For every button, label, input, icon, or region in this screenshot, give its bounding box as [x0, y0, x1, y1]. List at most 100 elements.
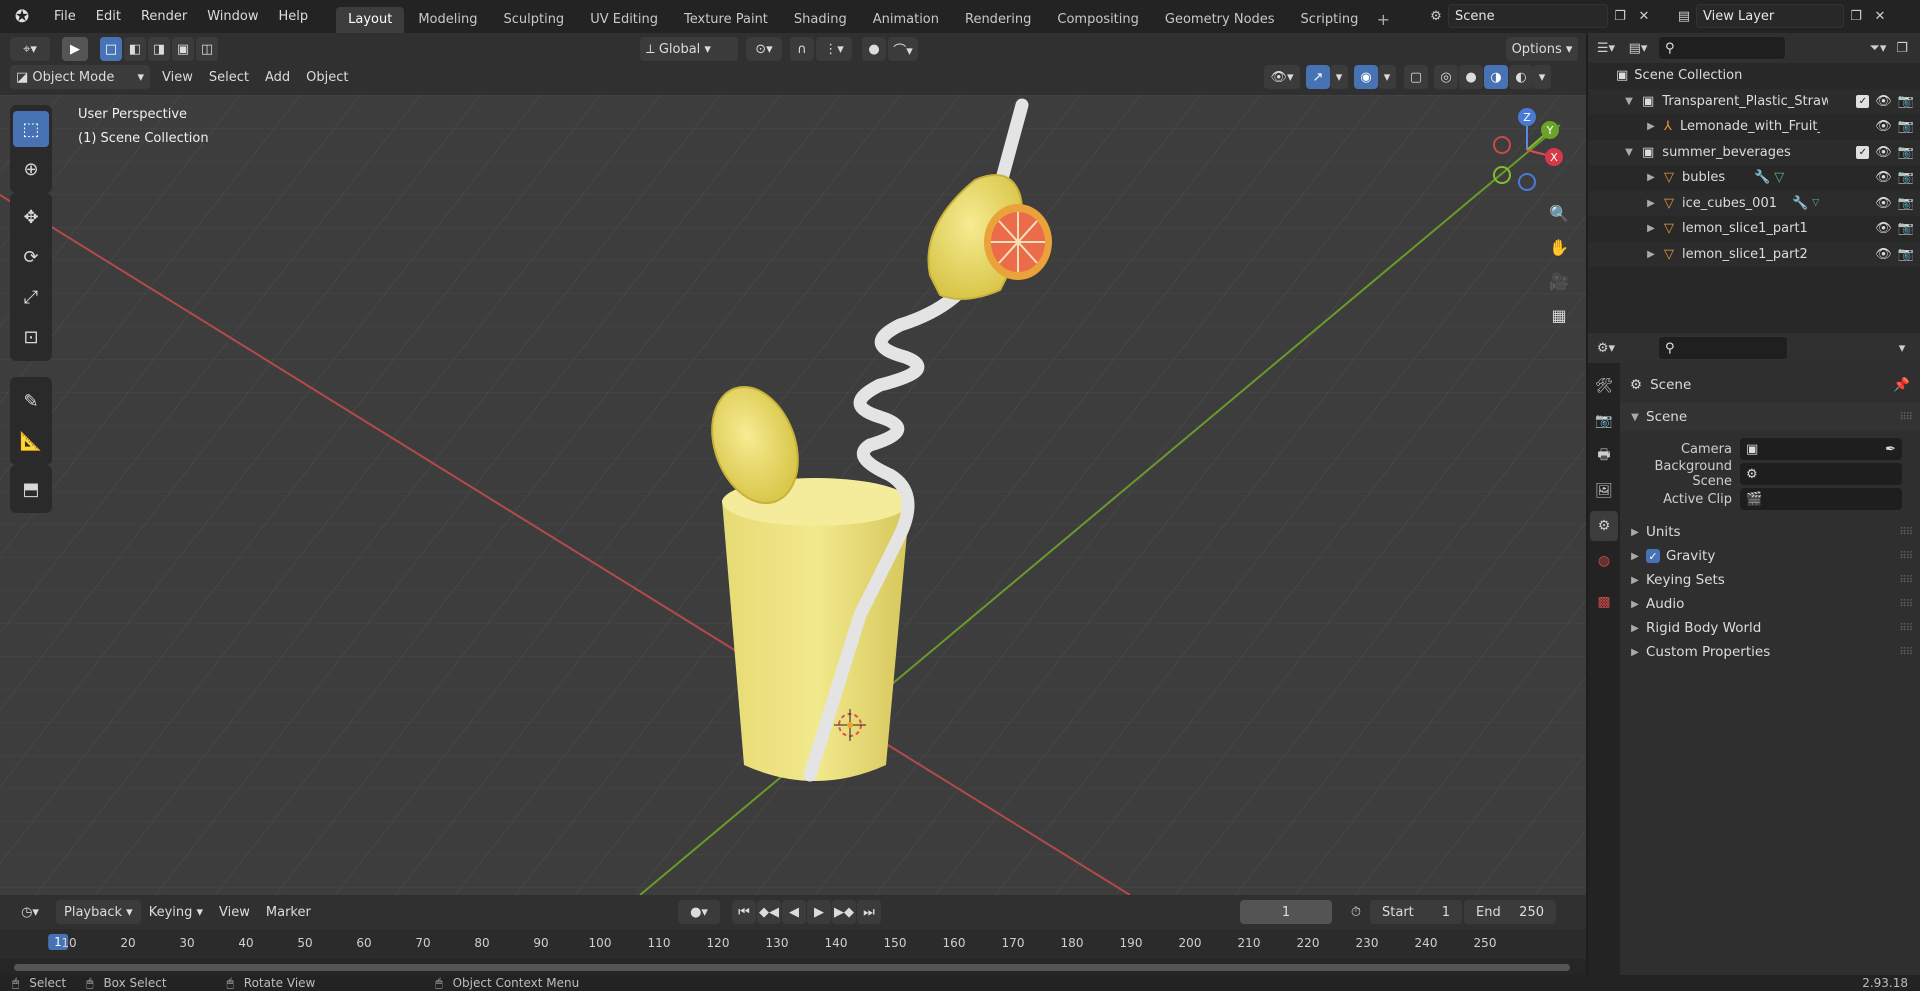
- next-keyframe-icon[interactable]: ▶◆: [832, 900, 856, 924]
- snap-icon[interactable]: ∩: [790, 37, 814, 61]
- select-intersect-icon[interactable]: ◫: [196, 37, 218, 61]
- outliner-editor-icon[interactable]: ☰▾: [1594, 36, 1618, 60]
- delete-scene-icon[interactable]: ✕: [1632, 4, 1656, 28]
- tab-sculpting[interactable]: Sculpting: [491, 7, 576, 33]
- new-view-layer-icon[interactable]: ❐: [1844, 4, 1868, 28]
- pin-icon[interactable]: 📌: [1893, 377, 1910, 393]
- jump-start-icon[interactable]: ⏮: [732, 900, 756, 924]
- outliner-search-input[interactable]: ⚲: [1658, 36, 1786, 60]
- tab-compositing[interactable]: Compositing: [1045, 7, 1151, 33]
- proportional-edit-icon[interactable]: ●: [862, 37, 886, 61]
- camera-render-icon[interactable]: 📷: [1898, 247, 1914, 262]
- navigation-gizmo[interactable]: Z Y X: [1482, 105, 1572, 195]
- eye-icon[interactable]: 👁: [1875, 145, 1892, 160]
- play-icon[interactable]: ▶: [807, 900, 831, 924]
- drag-handle-icon[interactable]: ⠿⠿: [1899, 599, 1913, 610]
- properties-options-icon[interactable]: ▾: [1890, 336, 1914, 360]
- eyedropper-icon[interactable]: ✒: [1885, 442, 1896, 457]
- menu-select[interactable]: Select: [201, 65, 257, 89]
- active-clip-field[interactable]: 🎬: [1740, 488, 1902, 510]
- end-frame-field[interactable]: End 250: [1464, 900, 1556, 924]
- camera-render-icon[interactable]: 📷: [1898, 145, 1914, 160]
- gizmo-dropdown-icon[interactable]: ▾: [1330, 65, 1348, 89]
- menu-edit[interactable]: Edit: [86, 5, 131, 29]
- eye-icon[interactable]: 👁: [1875, 221, 1892, 236]
- camera-render-icon[interactable]: 📷: [1898, 94, 1914, 109]
- jump-end-icon[interactable]: ⏭: [857, 900, 881, 924]
- stopwatch-icon[interactable]: ⏱: [1344, 900, 1368, 924]
- pan-hand-icon[interactable]: ✋: [1544, 232, 1574, 262]
- expand-chevron-icon[interactable]: ▶: [1644, 172, 1658, 183]
- timeline-editor-icon[interactable]: ◷▾: [10, 900, 50, 924]
- camera-render-icon[interactable]: 📷: [1898, 119, 1914, 134]
- scale-tool-icon[interactable]: ⤢: [13, 279, 49, 315]
- outliner-item-lemon-part1[interactable]: ▶ ▽ lemon_slice1_part1 👁 📷: [1588, 216, 1920, 242]
- scene-field[interactable]: Scene: [1448, 4, 1608, 28]
- camera-render-icon[interactable]: 📷: [1898, 196, 1914, 211]
- expand-chevron-icon[interactable]: ▼: [1622, 147, 1636, 158]
- modifier-wrench-icon[interactable]: 🔧: [1754, 170, 1770, 185]
- timeline-scrollbar[interactable]: [0, 959, 1586, 975]
- render-tab-icon[interactable]: 📷: [1590, 406, 1618, 436]
- overlay-toggle-icon[interactable]: ◉: [1354, 65, 1378, 89]
- tab-geometry-nodes[interactable]: Geometry Nodes: [1153, 7, 1287, 33]
- outliner-item-lemon-part2[interactable]: ▶ ▽ lemon_slice1_part2 👁 📷: [1588, 241, 1920, 267]
- visibility-icon[interactable]: 👁▾: [1264, 65, 1300, 89]
- solid-shading-icon[interactable]: ●: [1459, 65, 1483, 89]
- modifier-wrench-icon[interactable]: 🔧: [1792, 196, 1808, 211]
- prev-keyframe-icon[interactable]: ◆◀: [757, 900, 781, 924]
- frame-ruler[interactable]: 1 10 20 30 40 50 60 70 80 90 100 110 120 130 140 150 16…: [0, 929, 1586, 959]
- select-extend-icon[interactable]: ◧: [124, 37, 146, 61]
- expand-chevron-icon[interactable]: ▶: [1644, 249, 1658, 260]
- view-layer-icon[interactable]: ▤: [1672, 4, 1696, 28]
- outliner-item-ice-cubes[interactable]: ▶ ▽ ice_cubes_001 🔧 ▽ 👁 📷: [1588, 190, 1920, 216]
- rotate-tool-icon[interactable]: ⟳: [13, 239, 49, 275]
- tab-rendering[interactable]: Rendering: [953, 7, 1043, 33]
- exclude-checkbox[interactable]: ✓: [1856, 145, 1870, 159]
- eye-icon[interactable]: 👁: [1875, 119, 1892, 134]
- annotate-tool-icon[interactable]: ✎: [13, 383, 49, 419]
- background-scene-field[interactable]: ⚙: [1740, 463, 1902, 485]
- select-subtract-icon[interactable]: ◨: [148, 37, 170, 61]
- gizmo-toggle-icon[interactable]: ↗: [1306, 65, 1330, 89]
- eye-icon[interactable]: 👁: [1875, 247, 1892, 262]
- xray-icon[interactable]: ▢: [1404, 65, 1428, 89]
- cursor-tool-icon[interactable]: ⊕: [13, 151, 49, 187]
- overlay-dropdown-icon[interactable]: ▾: [1378, 65, 1396, 89]
- mesh-data-icon[interactable]: ▽: [1812, 198, 1819, 208]
- falloff-icon[interactable]: ⌒▾: [888, 37, 918, 61]
- menu-marker[interactable]: Marker: [258, 900, 319, 924]
- panel-custom-properties[interactable]: ▶ Custom Properties ⠿⠿: [1620, 638, 1920, 666]
- shading-dropdown-icon[interactable]: ▾: [1533, 65, 1551, 89]
- add-cube-tool-icon[interactable]: ⬒: [13, 471, 49, 507]
- transform-orientation-dropdown[interactable]: ⟂ Global ▾: [640, 37, 738, 61]
- world-tab-icon[interactable]: ◍: [1590, 546, 1618, 576]
- ortho-grid-icon[interactable]: ▦: [1544, 300, 1574, 330]
- new-scene-icon[interactable]: ❐: [1608, 4, 1632, 28]
- add-workspace-icon[interactable]: +: [1372, 9, 1394, 31]
- start-frame-field[interactable]: Start 1: [1370, 900, 1462, 924]
- editor-type-icon[interactable]: ⌖▾: [10, 37, 50, 61]
- tab-texture-paint[interactable]: Texture Paint: [672, 7, 780, 33]
- transform-tool-icon[interactable]: ⊡: [13, 319, 49, 355]
- drag-handle-icon[interactable]: ⠿⠿: [1899, 412, 1913, 423]
- scene-tab-icon[interactable]: ⚙: [1590, 511, 1618, 541]
- gravity-checkbox[interactable]: ✓: [1646, 549, 1660, 563]
- outliner-scene-collection[interactable]: ▣ Scene Collection: [1588, 63, 1920, 89]
- 3d-viewport[interactable]: ⬚ ⊕ ✥ ⟳ ⤢ ⊡ ✎ 📐 ⬒ User Perspective (1) S…: [0, 95, 1586, 895]
- move-tool-icon[interactable]: ✥: [13, 199, 49, 235]
- eye-icon[interactable]: 👁: [1875, 196, 1892, 211]
- eye-icon[interactable]: 👁: [1875, 94, 1892, 109]
- scene-icon[interactable]: ⚙: [1424, 4, 1448, 28]
- select-invert-icon[interactable]: ▣: [172, 37, 194, 61]
- menu-window[interactable]: Window: [197, 5, 268, 29]
- material-shading-icon[interactable]: ◑: [1484, 65, 1508, 89]
- menu-view[interactable]: View: [154, 65, 201, 89]
- expand-chevron-icon[interactable]: ▶: [1644, 198, 1658, 209]
- options-dropdown[interactable]: Options ▾: [1506, 37, 1578, 61]
- menu-timeline-view[interactable]: View: [211, 900, 258, 924]
- view-layer-field[interactable]: View Layer: [1696, 4, 1844, 28]
- expand-chevron-icon[interactable]: ▼: [1622, 96, 1636, 107]
- rendered-shading-icon[interactable]: ◐: [1509, 65, 1533, 89]
- texture-tab-icon[interactable]: ▩: [1590, 587, 1618, 617]
